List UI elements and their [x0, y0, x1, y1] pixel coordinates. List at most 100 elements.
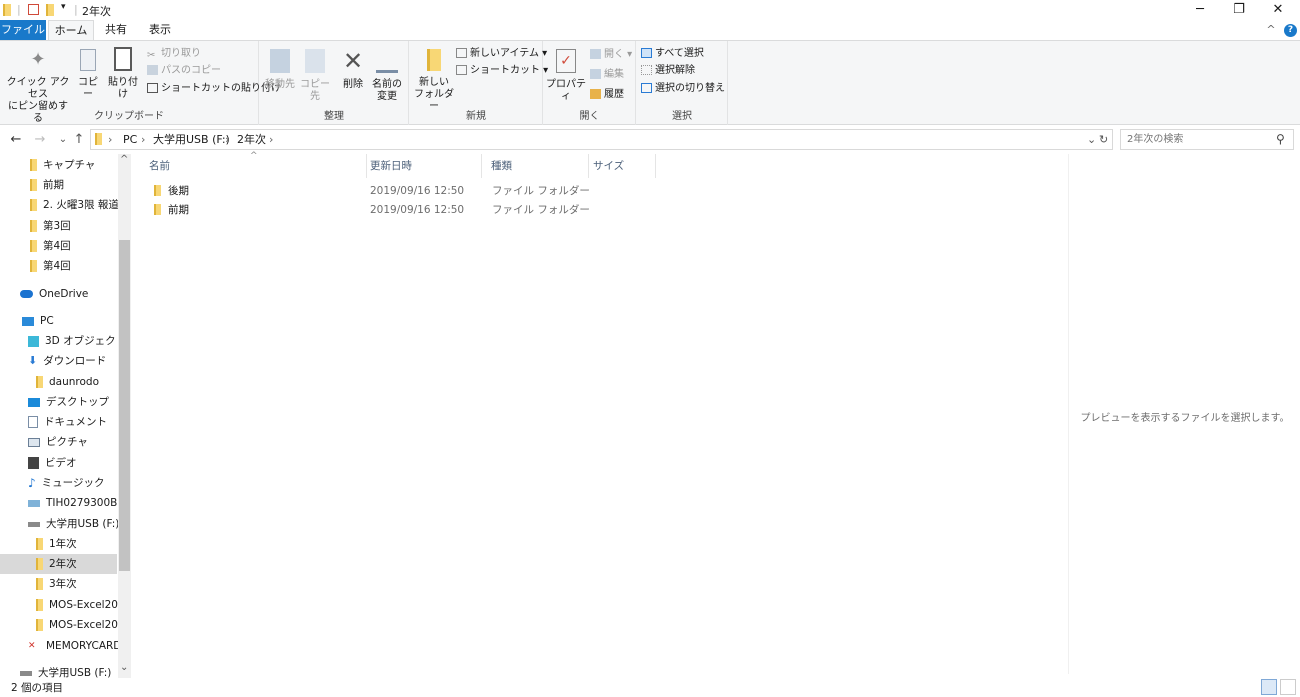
nav-item-daunrodo[interactable]: daunrodo	[36, 372, 131, 392]
nav-item-pictures[interactable]: ピクチャ	[28, 432, 131, 452]
help-icon[interactable]: ?	[1284, 24, 1297, 37]
close-button[interactable]: ✕	[1258, 0, 1298, 20]
easy-access-icon	[456, 65, 467, 75]
usb-drive-icon	[28, 521, 40, 527]
edit-button[interactable]: 編集	[590, 67, 624, 83]
nav-item-1nenji[interactable]: 1年次	[36, 534, 131, 554]
recent-locations-button[interactable]: ⌄	[55, 131, 71, 149]
refresh-icon[interactable]: ↻	[1099, 132, 1108, 147]
select-all-button[interactable]: すべて選択	[641, 46, 704, 62]
nav-item-2nenji[interactable]: 2年次	[0, 554, 117, 574]
nav-item-onedrive[interactable]: OneDrive	[20, 284, 131, 304]
new-item-icon	[456, 48, 467, 58]
file-row[interactable]: 前期 2019/09/16 12:50 ファイル フォルダー	[148, 201, 590, 220]
nav-item-c-drive[interactable]: TIH0279300B (C:	[28, 493, 131, 513]
tab-view[interactable]: 表示	[141, 20, 179, 40]
nav-item-usb-drive-2[interactable]: 大学用USB (F:)	[20, 663, 131, 678]
search-box[interactable]: ⚲	[1120, 129, 1294, 150]
nav-item-dai3[interactable]: 第3回	[30, 216, 131, 236]
quick-access-dropdown-icon[interactable]: ▾	[61, 2, 66, 16]
nav-item-mos-excel-2[interactable]: MOS-Excel2010	[36, 615, 131, 635]
column-header-date[interactable]: 更新日時	[361, 154, 482, 178]
invert-selection-button[interactable]: 選択の切り替え	[641, 81, 725, 97]
delete-button[interactable]: ✕ 削除	[340, 49, 366, 91]
nav-item-memorycard[interactable]: ✕ MEMORYCARD (	[28, 636, 131, 656]
scroll-down-icon[interactable]: ⌄	[120, 662, 128, 673]
column-header-type[interactable]: 種類	[482, 154, 589, 178]
nav-item-zenki[interactable]: 前期📌	[30, 175, 131, 195]
search-icon[interactable]: ⚲	[1276, 132, 1285, 146]
open-button[interactable]: 開く ▾	[590, 47, 632, 63]
nav-item-desktop[interactable]: デスクトップ	[28, 392, 131, 412]
maximize-button[interactable]: ❐	[1219, 0, 1259, 20]
move-to-button[interactable]: 移動先	[264, 49, 296, 91]
copy-button[interactable]: コピー	[74, 49, 102, 101]
select-none-button[interactable]: 選択解除	[641, 63, 695, 79]
edit-icon	[590, 69, 601, 79]
breadcrumb-pc[interactable]: PC	[123, 132, 137, 147]
invert-selection-label: 選択の切り替え	[655, 83, 725, 94]
new-folder-quick-icon[interactable]	[46, 4, 54, 16]
properties-button[interactable]: ✓ プロパティ	[546, 49, 586, 103]
nav-item-pc[interactable]: PC	[22, 311, 131, 331]
nav-item-dai4[interactable]: 第4回	[30, 236, 131, 256]
tab-file[interactable]: ファイル	[0, 20, 46, 40]
nav-item-3d-objects[interactable]: 3D オブジェクト	[28, 331, 131, 351]
nav-scrollbar-thumb[interactable]	[119, 240, 130, 571]
up-button[interactable]: ↑	[71, 131, 87, 149]
nav-item-music[interactable]: ♪ ミュージック	[28, 473, 131, 493]
column-header-size[interactable]: サイズ	[584, 154, 656, 178]
forward-button[interactable]: →	[32, 131, 48, 149]
folder-icon	[36, 376, 43, 388]
copy-to-button[interactable]: コピー先	[298, 49, 332, 103]
film-icon	[28, 457, 39, 469]
column-header-name[interactable]: 名前	[140, 154, 367, 178]
nav-item-videos[interactable]: ビデオ	[28, 453, 131, 473]
nav-item-downloads[interactable]: ⬇ ダウンロード	[28, 351, 131, 371]
collapse-ribbon-icon[interactable]: ^	[1264, 20, 1278, 40]
easy-access-button[interactable]: ショートカット ▾	[456, 63, 548, 79]
folder-icon	[36, 538, 43, 550]
breadcrumb-separator[interactable]: ›	[225, 132, 229, 147]
breadcrumb-current[interactable]: 2年次	[237, 132, 266, 147]
search-input[interactable]	[1121, 130, 1271, 149]
select-none-label: 選択解除	[655, 65, 695, 76]
nav-item-dai4-2[interactable]: 第4回	[30, 256, 131, 276]
select-group-label: 選択	[672, 111, 692, 122]
new-folder-button[interactable]: 新しい フォルダー	[414, 49, 454, 113]
breadcrumb-separator[interactable]: ›	[141, 132, 145, 147]
large-icons-view-icon[interactable]	[1280, 679, 1296, 695]
breadcrumb-separator[interactable]: ›	[269, 132, 273, 147]
details-view-icon[interactable]	[1261, 679, 1277, 695]
copy-path-button[interactable]: パスのコピー	[147, 63, 221, 79]
back-button[interactable]: ←	[8, 131, 24, 149]
tab-share[interactable]: 共有	[97, 20, 135, 40]
nav-label: 1年次	[49, 538, 77, 550]
paste-button[interactable]: 貼り付け	[104, 47, 142, 101]
new-item-button[interactable]: 新しいアイテム ▾	[456, 46, 547, 62]
history-button[interactable]: 履歴	[590, 87, 624, 103]
nav-item-usb-drive[interactable]: 大学用USB (F:)	[28, 514, 131, 534]
nav-item-capture[interactable]: キャプチャ📌	[30, 155, 131, 175]
nav-item-mos-excel-1[interactable]: MOS-Excel2010	[36, 595, 131, 615]
folder-icon	[30, 159, 37, 171]
cut-button[interactable]: ✂ 切り取り	[147, 46, 201, 62]
copy-path-icon	[147, 65, 158, 75]
breadcrumb-usb[interactable]: 大学用USB (F:)	[153, 132, 230, 147]
tab-home[interactable]: ホーム	[48, 20, 94, 40]
scroll-up-icon[interactable]: ^	[120, 154, 128, 165]
rename-button[interactable]: 名前の 変更	[370, 49, 404, 103]
properties-quick-icon[interactable]	[28, 4, 39, 15]
address-bar[interactable]: › PC › 大学用USB (F:) › 2年次 › ⌄ ↻	[90, 129, 1113, 150]
nav-label: 大学用USB (F:)	[38, 667, 112, 678]
minimize-button[interactable]: ─	[1180, 0, 1220, 20]
nav-scrollbar[interactable]: ^ ⌄	[118, 154, 131, 678]
breadcrumb-separator[interactable]: ›	[108, 132, 112, 147]
address-dropdown-icon[interactable]: ⌄	[1087, 132, 1096, 147]
file-row[interactable]: 後期 2019/09/16 12:50 ファイル フォルダー	[148, 182, 590, 201]
nav-item-documents[interactable]: ドキュメント	[28, 412, 131, 432]
nav-item-3nenji[interactable]: 3年次	[36, 574, 131, 594]
nav-item-tuesday[interactable]: 2. 火曜3限 報道	[30, 195, 131, 215]
cut-label: 切り取り	[161, 48, 201, 59]
copy-label: コピー	[78, 77, 98, 100]
